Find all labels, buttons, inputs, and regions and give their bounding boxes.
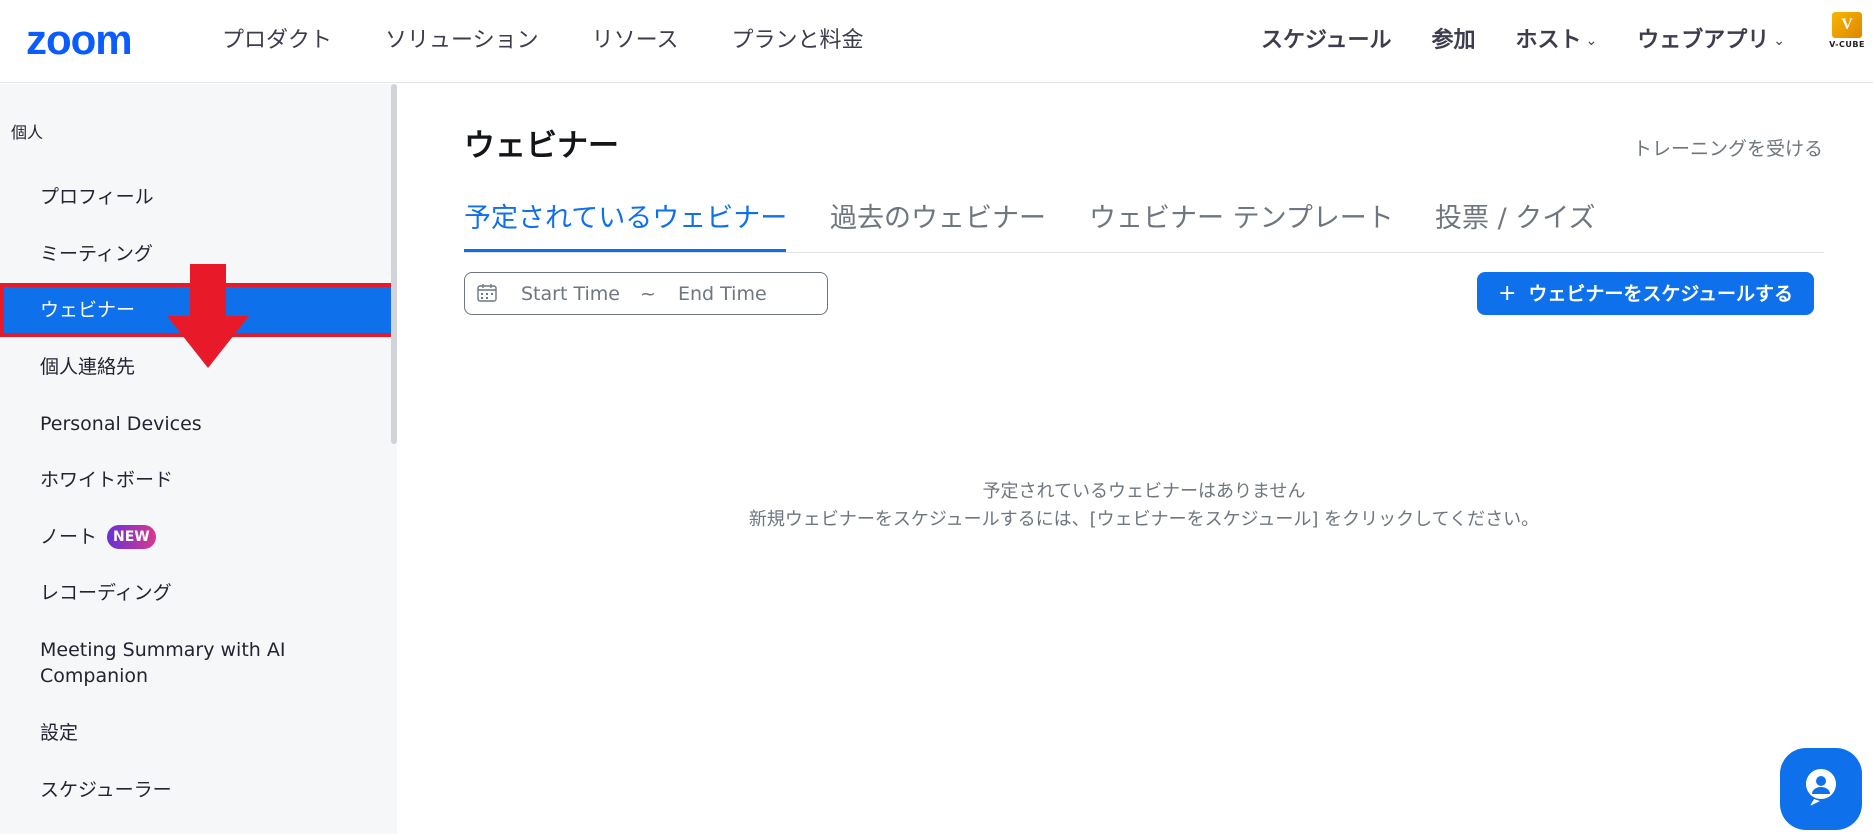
chat-bot-icon bbox=[1806, 769, 1837, 806]
schedule-webinar-button[interactable]: + ウェビナーをスケジュールする bbox=[1477, 272, 1814, 315]
date-range-separator: ~ bbox=[640, 283, 656, 305]
secondary-nav: スケジュール 参加 ホスト ⌄ ウェブアプリ ⌄ bbox=[1261, 26, 1785, 56]
vcube-logo-mark: V bbox=[1832, 12, 1862, 38]
tab-polls-quizzes[interactable]: 投票 / クイズ bbox=[1435, 200, 1595, 238]
calendar-icon bbox=[477, 284, 497, 302]
chevron-down-icon: ⌄ bbox=[1773, 33, 1785, 49]
tab-webinar-templates[interactable]: ウェビナー テンプレート bbox=[1089, 200, 1394, 238]
vcube-partner-logo[interactable]: V V-CUBE bbox=[1827, 12, 1867, 56]
chevron-down-icon: ⌄ bbox=[1585, 33, 1598, 49]
sidebar-item-meeting-summary[interactable]: Meeting Summary with AI Companion bbox=[40, 637, 300, 689]
sidebar-item-notes-label: ノート bbox=[40, 526, 98, 548]
tab-upcoming-webinars[interactable]: 予定されているウェビナー bbox=[464, 200, 787, 238]
sidebar-item-profile[interactable]: プロフィール bbox=[40, 184, 360, 210]
nav-host-dropdown[interactable]: ホスト ⌄ bbox=[1516, 26, 1598, 56]
chat-support-button[interactable] bbox=[1780, 748, 1862, 830]
nav-web-app-dropdown[interactable]: ウェブアプリ ⌄ bbox=[1637, 26, 1785, 56]
training-link[interactable]: トレーニングを受ける bbox=[1633, 134, 1823, 161]
nav-web-app-label: ウェブアプリ bbox=[1637, 28, 1770, 53]
vcube-logo-text: V-CUBE bbox=[1829, 40, 1865, 49]
sidebar-item-recordings[interactable]: レコーディング bbox=[40, 580, 360, 606]
sidebar-item-whiteboards[interactable]: ホワイトボード bbox=[40, 467, 360, 493]
page-title: ウェビナー bbox=[464, 128, 619, 164]
sidebar-item-notes[interactable]: ノート NEW bbox=[40, 524, 360, 550]
red-down-arrow-icon bbox=[167, 264, 249, 368]
tab-previous-webinars[interactable]: 過去のウェビナー bbox=[830, 200, 1046, 238]
top-navigation-bar: zoom プロダクト ソリューション リソース プランと料金 スケジュール 参加… bbox=[0, 0, 1873, 83]
empty-state-title: 予定されているウェビナーはありません bbox=[982, 481, 1306, 502]
empty-state-description: 新規ウェビナーをスケジュールするには、[ウェビナーをスケジュール] をクリックし… bbox=[748, 509, 1540, 530]
plus-icon: + bbox=[1497, 281, 1517, 306]
sidebar-item-personal-devices[interactable]: Personal Devices bbox=[40, 411, 360, 437]
nav-host-label: ホスト bbox=[1515, 28, 1582, 53]
end-time-input[interactable]: End Time bbox=[678, 282, 767, 306]
zoom-logo[interactable]: zoom bbox=[26, 19, 133, 61]
sidebar: 個人 プロフィール ミーティング ウェビナー 個人連絡先 Personal De… bbox=[0, 84, 397, 834]
active-tab-indicator bbox=[464, 249, 786, 252]
nav-products[interactable]: プロダクト bbox=[222, 26, 332, 56]
new-badge: NEW bbox=[107, 525, 156, 549]
schedule-webinar-label: ウェビナーをスケジュールする bbox=[1528, 283, 1794, 305]
sidebar-section-personal: 個人 bbox=[11, 123, 44, 142]
start-time-input[interactable]: Start Time bbox=[521, 282, 620, 306]
date-range-picker[interactable]: Start Time ~ End Time bbox=[464, 272, 828, 315]
nav-resources[interactable]: リソース bbox=[592, 26, 679, 56]
nav-schedule-label: スケジュール bbox=[1261, 28, 1392, 53]
nav-pricing[interactable]: プランと料金 bbox=[731, 26, 863, 56]
sidebar-item-scheduler[interactable]: スケジューラー bbox=[40, 777, 360, 803]
nav-schedule[interactable]: スケジュール bbox=[1261, 26, 1391, 56]
nav-join-label: 参加 bbox=[1431, 28, 1476, 53]
webinar-tabs: 予定されているウェビナー 過去のウェビナー ウェビナー テンプレート 投票 / … bbox=[464, 200, 1824, 253]
nav-solutions[interactable]: ソリューション bbox=[385, 26, 539, 56]
sidebar-scrollbar[interactable] bbox=[391, 84, 397, 444]
nav-join[interactable]: 参加 bbox=[1431, 26, 1475, 56]
primary-nav: プロダクト ソリューション リソース プランと料金 bbox=[222, 26, 864, 56]
sidebar-item-settings[interactable]: 設定 bbox=[40, 720, 360, 746]
